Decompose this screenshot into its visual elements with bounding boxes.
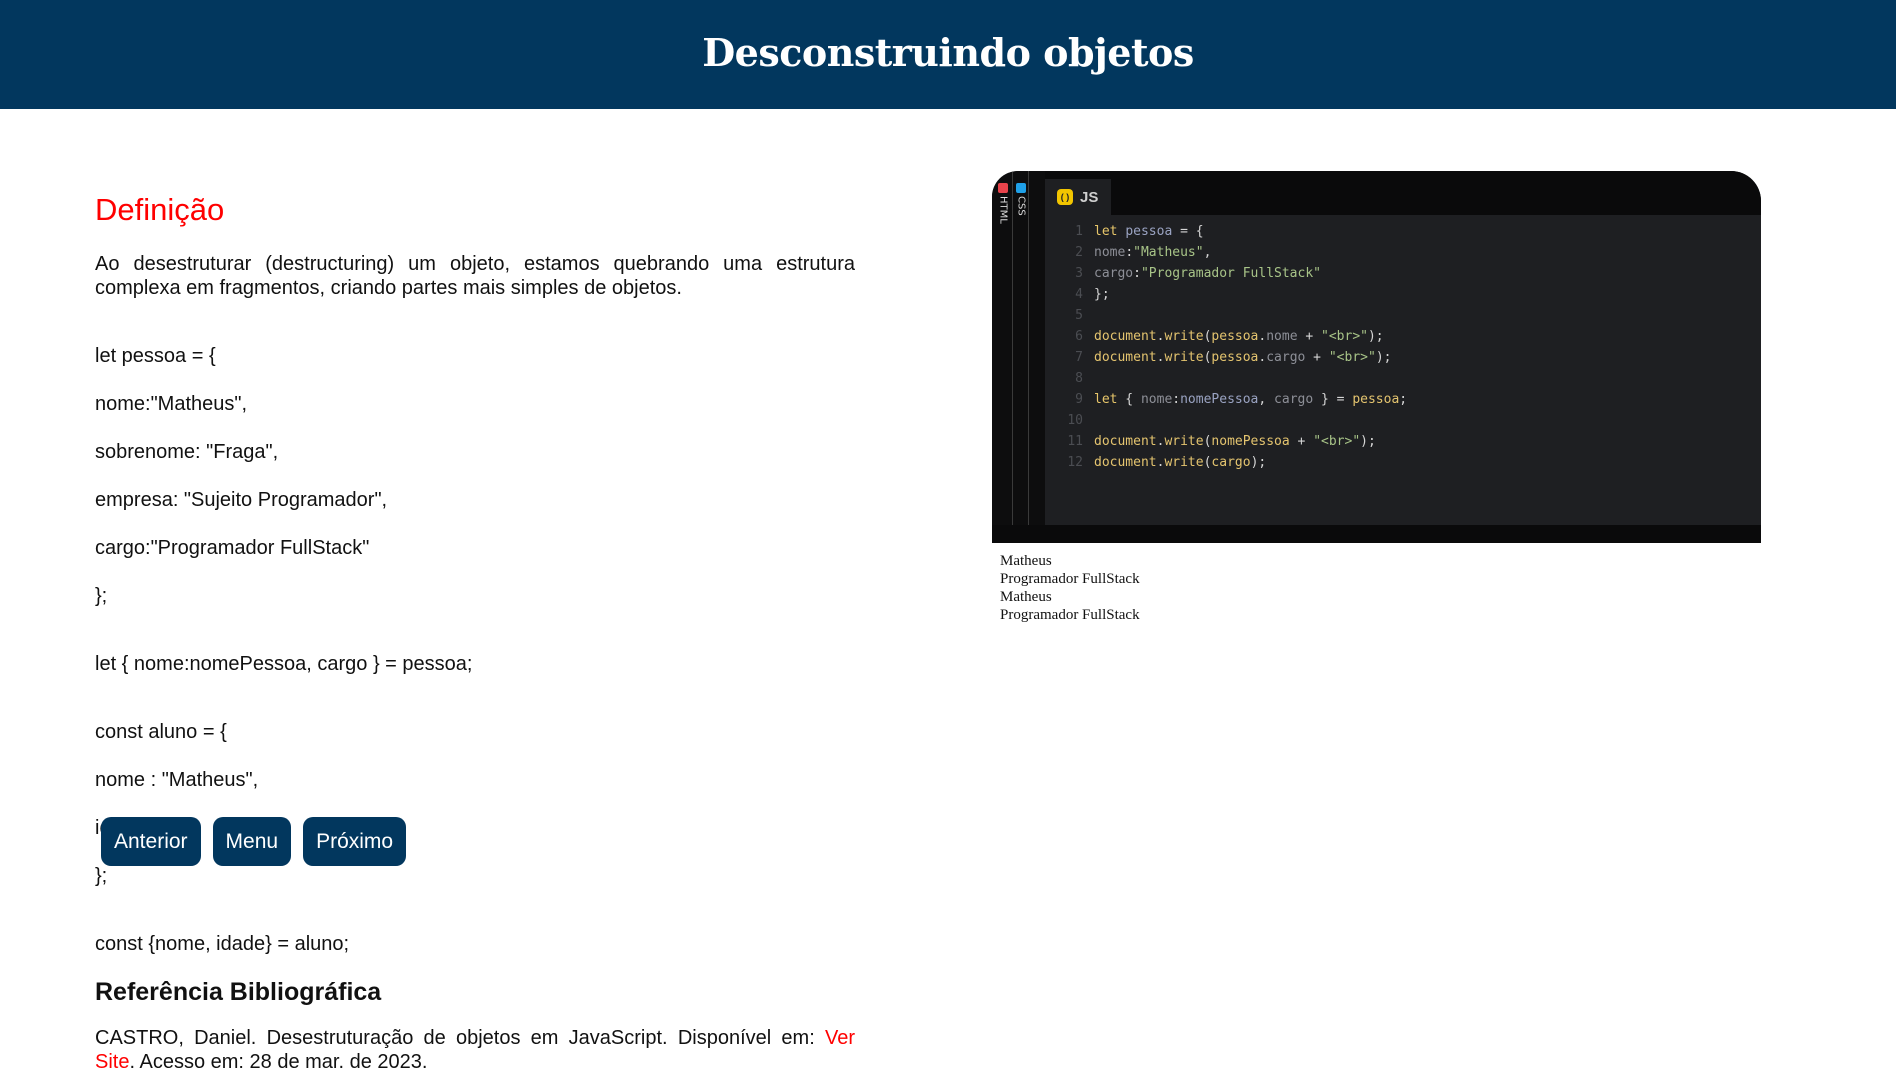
- editor-tab-bar: [1045, 171, 1761, 215]
- code-example-pessoa: let pessoa = { nome:"Matheus", sobrenome…: [95, 320, 855, 632]
- css-icon: [1016, 183, 1026, 193]
- editor-line: 8: [1045, 368, 1745, 389]
- line-code: document.write(pessoa.cargo + "<br>");: [1094, 350, 1392, 365]
- line-code: document.write(cargo);: [1094, 455, 1267, 470]
- line-number: 6: [1075, 329, 1083, 344]
- previous-button[interactable]: Anterior: [101, 817, 201, 866]
- editor-line: 4};: [1045, 284, 1745, 305]
- intro-paragraph: Ao desestruturar (destructuring) um obje…: [95, 253, 855, 299]
- line-code: cargo:"Programador FullStack": [1094, 266, 1321, 281]
- sidebar-divider: [1012, 171, 1013, 543]
- editor-line: 2 nome:"Matheus",: [1045, 242, 1745, 263]
- css-tab: CSS: [1014, 183, 1028, 243]
- code-example-aluno: const aluno = { nome : "Matheus", idade …: [95, 696, 855, 912]
- html-tab-label: HTML: [997, 196, 1009, 224]
- code-editor-screenshot: HTML CSS ( ) JS 1 let pessoa = { 2 nome:"M…: [992, 171, 1761, 543]
- css-tab-label: CSS: [1015, 196, 1027, 216]
- line-number: 9: [1075, 392, 1083, 407]
- line-code: };: [1094, 287, 1110, 302]
- html-tab: HTML: [996, 183, 1010, 243]
- editor-line: 6 document.write(pessoa.nome + "<br>");: [1045, 326, 1745, 347]
- editor-line: 7 document.write(pessoa.cargo + "<br>");: [1045, 347, 1745, 368]
- editor-output: Matheus Programador FullStack Matheus Pr…: [1000, 552, 1140, 624]
- editor-code: 1 let pessoa = { 2 nome:"Matheus", 3 cargo:…: [1045, 221, 1745, 473]
- code-line: };: [95, 865, 108, 887]
- line-code: document.write(nomePessoa + "<br>");: [1094, 434, 1376, 449]
- editor-bottom-bar: [992, 525, 1761, 543]
- editor-line: 3 cargo:"Programador FullStack": [1045, 263, 1745, 284]
- code-line: const aluno = {: [95, 721, 227, 743]
- line-code: let pessoa = {: [1094, 224, 1204, 239]
- line-number: 12: [1067, 455, 1083, 470]
- output-line: Programador FullStack: [1000, 571, 1140, 587]
- line-number: 7: [1075, 350, 1083, 365]
- code-line: let pessoa = {: [95, 345, 216, 367]
- reference-title: Referência Bibliográfica: [95, 978, 382, 1006]
- line-number: 5: [1075, 308, 1083, 323]
- html-icon: [998, 183, 1008, 193]
- line-number: 3: [1075, 266, 1083, 281]
- code-line: };: [95, 585, 108, 607]
- main-content: Definição Ao desestruturar (destructurin…: [95, 190, 855, 1074]
- reference-text: CASTRO, Daniel. Desestruturação de objet…: [95, 1026, 855, 1074]
- page-header: Desconstruindo objetos: [0, 0, 1896, 109]
- editor-line: 9 let { nome:nomePessoa, cargo } = pessoa…: [1045, 389, 1745, 410]
- line-code: document.write(pessoa.nome + "<br>");: [1094, 329, 1384, 344]
- reference-access-date: . Acesso em: 28 de mar. de 2023.: [129, 1051, 428, 1073]
- page-navigation: Anterior Menu Próximo: [101, 817, 407, 866]
- line-number: 10: [1067, 413, 1083, 428]
- page-title: Desconstruindo objetos: [702, 30, 1194, 75]
- js-tab: ( ) JS: [1045, 179, 1111, 215]
- code-line: sobrenome: "Fraga",: [95, 441, 279, 463]
- code-example-destructure: let { nome:nomePessoa, cargo } = pessoa;: [95, 653, 473, 675]
- editor-line: 10: [1045, 410, 1745, 431]
- reference-citation: CASTRO, Daniel. Desestruturação de objet…: [95, 1027, 825, 1049]
- editor-line: 11 document.write(nomePessoa + "<br>");: [1045, 431, 1745, 452]
- output-line: Matheus: [1000, 553, 1052, 569]
- code-line: cargo:"Programador FullStack": [95, 537, 370, 559]
- line-number: 4: [1075, 287, 1083, 302]
- code-example-aluno-destructure: const {nome, idade} = aluno;: [95, 933, 350, 955]
- output-line: Programador FullStack: [1000, 607, 1140, 623]
- line-number: 8: [1075, 371, 1083, 386]
- code-line: nome:"Matheus",: [95, 393, 248, 415]
- js-icon: ( ): [1057, 189, 1073, 205]
- line-number: 11: [1067, 434, 1083, 449]
- output-line: Matheus: [1000, 589, 1052, 605]
- code-line: empresa: "Sujeito Programador",: [95, 489, 388, 511]
- line-code: let { nome:nomePessoa, cargo } = pessoa;: [1094, 392, 1408, 407]
- line-code: nome:"Matheus",: [1094, 245, 1212, 260]
- editor-line: 12 document.write(cargo);: [1045, 452, 1745, 473]
- editor-line: 1 let pessoa = {: [1045, 221, 1745, 242]
- editor-line: 5: [1045, 305, 1745, 326]
- code-line: nome : "Matheus",: [95, 769, 259, 791]
- section-title: Definição: [95, 192, 225, 227]
- sidebar-divider: [1028, 171, 1029, 543]
- editor-sidebar: HTML CSS: [992, 171, 1045, 543]
- next-button[interactable]: Próximo: [303, 817, 407, 866]
- line-number: 2: [1075, 245, 1083, 260]
- js-tab-label: JS: [1080, 188, 1099, 206]
- line-number: 1: [1075, 224, 1083, 239]
- menu-button[interactable]: Menu: [212, 817, 292, 866]
